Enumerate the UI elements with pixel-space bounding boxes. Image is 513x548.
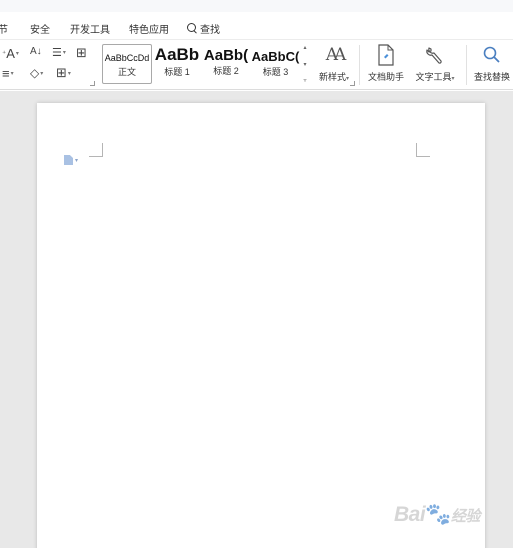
- style-heading-3-sample: AaBbC(: [251, 49, 300, 64]
- style-normal-label: 正文: [117, 67, 136, 77]
- watermark-logo: Bai🐾经验: [394, 503, 480, 526]
- ribbon-divider: [466, 45, 467, 85]
- menu-special-apps[interactable]: 特色应用: [129, 21, 169, 36]
- chevron-down-icon[interactable]: ▾: [303, 61, 306, 68]
- style-heading-2-label: 标题 2: [213, 66, 239, 76]
- menu-chapter[interactable]: 节: [0, 21, 8, 36]
- font-size-adjust-button[interactable]: ⁺ A ▾: [2, 46, 19, 61]
- title-strip: [0, 0, 513, 12]
- line-spacing-button[interactable]: ☰ ▾: [52, 46, 66, 59]
- style-heading-2[interactable]: AaBb( 标题 2: [202, 44, 250, 84]
- paragraph-group-launcher[interactable]: [90, 81, 95, 86]
- style-group-launcher[interactable]: [350, 81, 355, 86]
- style-heading-1[interactable]: AaBb 标题 1: [153, 44, 201, 84]
- style-heading-1-label: 标题 1: [164, 67, 190, 77]
- find-replace-label: 查找替换: [473, 72, 510, 82]
- ribbon-divider: [359, 45, 360, 85]
- menu-search[interactable]: 查找: [187, 21, 220, 36]
- style-normal[interactable]: AaBbCcDd 正文: [102, 44, 152, 84]
- document-page[interactable]: ▾: [37, 103, 485, 548]
- table-border-button[interactable]: ⊞: [76, 45, 87, 61]
- paragraph-handle[interactable]: ▾: [64, 155, 78, 165]
- menu-developer-tools[interactable]: 开发工具: [70, 21, 110, 36]
- style-heading-3-label: 标题 3: [262, 67, 289, 77]
- sort-icon: A↓: [30, 46, 42, 57]
- line-spacing-icon: ☰: [52, 47, 62, 59]
- style-gallery-scroll[interactable]: ▴ ▾ ▿: [300, 44, 310, 84]
- document-icon: [64, 155, 73, 165]
- text-tools-button[interactable]: 文字工具▾: [411, 43, 459, 83]
- expand-gallery-icon[interactable]: ▿: [303, 77, 306, 84]
- style-normal-sample: AaBbCcDd: [104, 53, 150, 63]
- style-heading-1-sample: AaBb: [154, 45, 200, 64]
- magnifier-icon: [470, 43, 513, 67]
- shading-button[interactable]: ◇ ▾: [30, 66, 43, 80]
- new-style-button[interactable]: AA 新样式▾: [314, 43, 354, 83]
- new-style-label: 新样式: [318, 72, 346, 82]
- sort-button[interactable]: A↓: [30, 46, 42, 57]
- margin-marker-top-right: [416, 143, 430, 157]
- list-button[interactable]: ≡ ▾: [2, 66, 14, 81]
- borders-icon: ⊞: [56, 65, 67, 80]
- doc-assistant-label: 文档助手: [367, 72, 404, 82]
- style-heading-3[interactable]: AaBbC( 标题 3: [251, 44, 300, 84]
- search-icon: [187, 23, 198, 34]
- chevron-down-icon: ▾: [75, 157, 79, 164]
- menu-bar: 节 安全 开发工具 特色应用 查找: [0, 0, 513, 40]
- doc-assistant-icon: [364, 43, 408, 67]
- wrench-icon: [411, 43, 459, 67]
- document-area[interactable]: ▾: [0, 91, 513, 548]
- shading-icon: ◇: [30, 66, 40, 80]
- ribbon-toolbar: ⁺ A ▾ A↓ ☰ ▾ ⊞ ≡ ▾ ◇ ▾ ⊞ ▾ AaBbCcDd 正文 AaBb 标题…: [0, 40, 513, 90]
- menu-security[interactable]: 安全: [30, 21, 50, 36]
- chevron-up-icon[interactable]: ▴: [303, 44, 306, 51]
- style-gallery: AaBbCcDd 正文 AaBb 标题 1 AaBb( 标题 2 AaBbC( …: [100, 44, 311, 84]
- margin-marker-top-left: [89, 143, 103, 157]
- text-tools-label: 文字工具: [415, 72, 452, 82]
- menu-search-label: 查找: [200, 25, 220, 36]
- new-style-icon: AA: [325, 45, 346, 65]
- table-border-icon: ⊞: [76, 45, 87, 60]
- doc-assistant-button[interactable]: 文档助手: [364, 43, 408, 83]
- style-heading-2-sample: AaBb(: [203, 47, 249, 64]
- find-replace-button[interactable]: 查找替换: [470, 43, 513, 83]
- list-icon: ≡: [2, 66, 10, 81]
- borders-button[interactable]: ⊞ ▾: [56, 65, 71, 81]
